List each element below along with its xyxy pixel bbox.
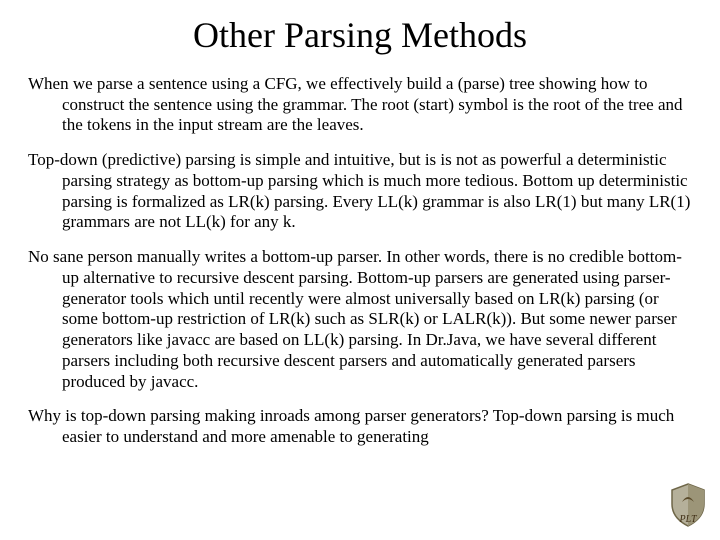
plt-logo-icon: PLT	[666, 482, 710, 528]
paragraph-2: Top-down (predictive) parsing is simple …	[28, 150, 692, 233]
paragraph-4: Why is top-down parsing making inroads a…	[28, 406, 692, 447]
paragraph-1: When we parse a sentence using a CFG, we…	[28, 74, 692, 136]
paragraph-3: No sane person manually writes a bottom-…	[28, 247, 692, 392]
svg-text:PLT: PLT	[678, 514, 697, 525]
slide-title: Other Parsing Methods	[28, 14, 692, 56]
slide-content: Other Parsing Methods When we parse a se…	[0, 0, 720, 448]
